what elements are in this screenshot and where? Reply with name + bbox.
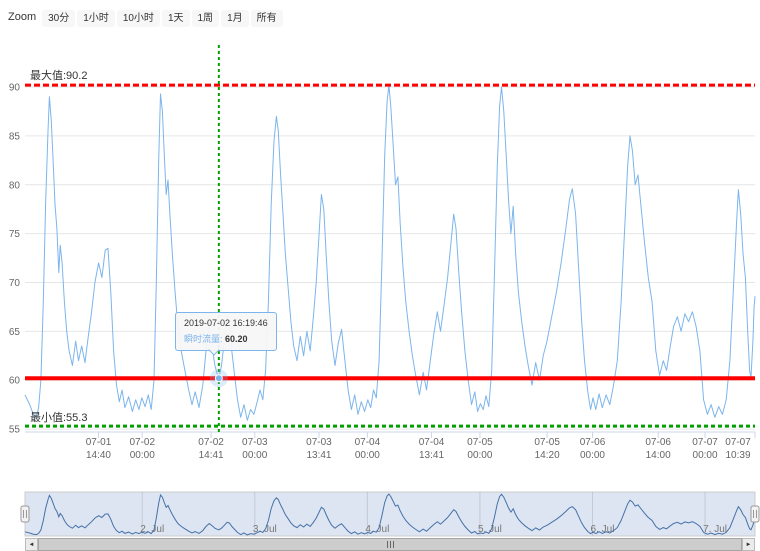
x-tick-label: 07-07	[692, 437, 718, 448]
tooltip-series-label: 瞬时流量	[184, 334, 220, 344]
x-tick-label: 10:39	[725, 450, 750, 461]
handle-body[interactable]	[21, 506, 29, 522]
x-tick-label: 07-02	[129, 437, 155, 448]
scrollbar-grip-icon	[387, 541, 394, 548]
y-tick-label: 55	[9, 425, 21, 436]
x-tick-label: 14:00	[646, 450, 671, 461]
series-line	[25, 85, 755, 420]
flow-rate-stock-chart: Zoom 30分1小时10小时1天1周1月所有 55 60 65 70 75 80 85 90…	[0, 0, 760, 551]
scrollbar-thumb[interactable]	[38, 538, 742, 551]
tooltip-value: 60.20	[225, 334, 248, 344]
scrollbar[interactable]: ◄ ►	[25, 538, 755, 551]
zoom-1month-button[interactable]: 1月	[221, 10, 249, 27]
scrollbar-right-arrow-icon[interactable]: ►	[742, 538, 755, 551]
x-tick-label: 00:00	[693, 450, 718, 461]
zoom-30min-button[interactable]: 30分	[42, 10, 75, 27]
tooltip: 2019-07-02 16:19:46 瞬时流量: 60.20	[175, 312, 277, 351]
scrollbar-left-arrow-icon[interactable]: ◄	[25, 538, 38, 551]
x-tick-label: 07-05	[467, 437, 493, 448]
navigator-left-handle[interactable]	[21, 506, 29, 522]
x-tick-label: 07-07	[725, 437, 751, 448]
x-tick-label: 07-03	[306, 437, 332, 448]
y-tick-label: 80	[9, 180, 21, 191]
tooltip-datetime: 2019-07-02 16:19:46	[184, 318, 268, 328]
x-tick-label: 07-01	[86, 437, 112, 448]
range-selector-toolbar: Zoom 30分1小时10小时1天1周1月所有	[8, 8, 285, 26]
x-tick-label: 14:40	[86, 450, 111, 461]
x-tick-label: 00:00	[355, 450, 380, 461]
navigator[interactable]: 2. Jul3. Jul4. Jul5. Jul6. Jul7. Jul	[0, 485, 760, 541]
y-tick-label: 60	[9, 376, 21, 387]
zoom-1day-button[interactable]: 1天	[162, 10, 190, 27]
x-tick-label: 07-05	[534, 437, 560, 448]
y-tick-label: 65	[9, 327, 21, 338]
main-chart-plot[interactable]: 55 60 65 70 75 80 85 90 07-01 14:40 07-02 00:00 07-…	[0, 40, 760, 485]
x-tick-label: 07-03	[242, 437, 268, 448]
x-tick-label: 13:41	[306, 450, 331, 461]
x-tick-label: 07-04	[419, 437, 445, 448]
y-tick-label: 75	[9, 229, 21, 240]
handle-body[interactable]	[751, 506, 759, 522]
y-tick-label: 70	[9, 278, 21, 289]
x-tick-label: 00:00	[242, 450, 267, 461]
zoom-buttons-group: 30分1小时10小时1天1周1月所有	[42, 8, 285, 27]
navigator-right-handle[interactable]	[751, 506, 759, 522]
x-tick-label: 14:20	[535, 450, 560, 461]
zoom-label: Zoom	[8, 11, 36, 23]
zoom-1week-button[interactable]: 1周	[192, 10, 220, 27]
y-tick-label: 90	[9, 83, 21, 94]
x-tick-label: 07-02	[198, 437, 224, 448]
y-tick-label: 85	[9, 131, 21, 142]
x-tick-label: 00:00	[467, 450, 492, 461]
zoom-10hour-button[interactable]: 10小时	[117, 10, 160, 27]
x-tick-label: 00:00	[580, 450, 605, 461]
x-tick-label: 07-04	[355, 437, 381, 448]
x-tick-label: 13:41	[419, 450, 444, 461]
x-tick-label: 00:00	[130, 450, 155, 461]
max-value-label: 最大值:90.2	[30, 68, 87, 82]
min-value-label: 最小值:55.3	[30, 411, 87, 424]
zoom-all-button[interactable]: 所有	[251, 10, 283, 27]
x-tick-label: 14:41	[199, 450, 224, 461]
x-tick-label: 07-06	[645, 437, 671, 448]
series-point-marker	[215, 375, 222, 382]
x-tick-label: 07-06	[580, 437, 606, 448]
zoom-1hour-button[interactable]: 1小时	[77, 10, 115, 27]
